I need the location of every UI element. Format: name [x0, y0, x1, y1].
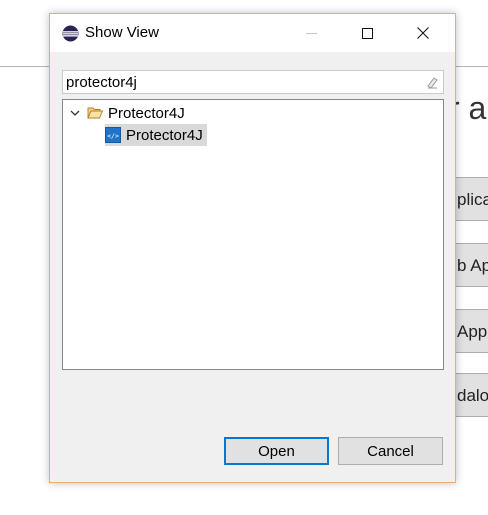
filter-field — [62, 70, 444, 94]
chevron-down-icon[interactable] — [69, 107, 81, 119]
eraser-icon[interactable] — [425, 75, 439, 89]
minimize-button[interactable] — [288, 14, 334, 52]
tree-item-protector4j[interactable]: </> Protector4J — [105, 124, 207, 146]
open-button[interactable]: Open — [224, 437, 329, 465]
filter-input[interactable] — [66, 72, 416, 92]
tree-folder-protector4j[interactable]: Protector4J — [69, 102, 185, 124]
maximize-button[interactable] — [344, 14, 390, 52]
close-button[interactable] — [400, 14, 446, 52]
dialog-title: Show View — [85, 24, 159, 41]
tree-item-label: Protector4J — [126, 126, 203, 144]
dialog-titlebar[interactable]: Show View — [50, 14, 455, 52]
folder-open-icon — [87, 107, 103, 119]
maximize-icon — [361, 27, 373, 39]
view-tree[interactable]: Protector4J </> Protector4J — [62, 99, 444, 370]
svg-text:</>: </> — [107, 132, 119, 140]
view-icon: </> — [105, 127, 121, 143]
tree-folder-label: Protector4J — [108, 104, 185, 122]
close-icon — [417, 27, 429, 39]
eclipse-icon — [62, 25, 79, 42]
show-view-dialog: Show View protector4j Protector4J </> Pr… — [49, 13, 456, 483]
cancel-button[interactable]: Cancel — [338, 437, 443, 465]
minimize-icon — [305, 32, 317, 34]
